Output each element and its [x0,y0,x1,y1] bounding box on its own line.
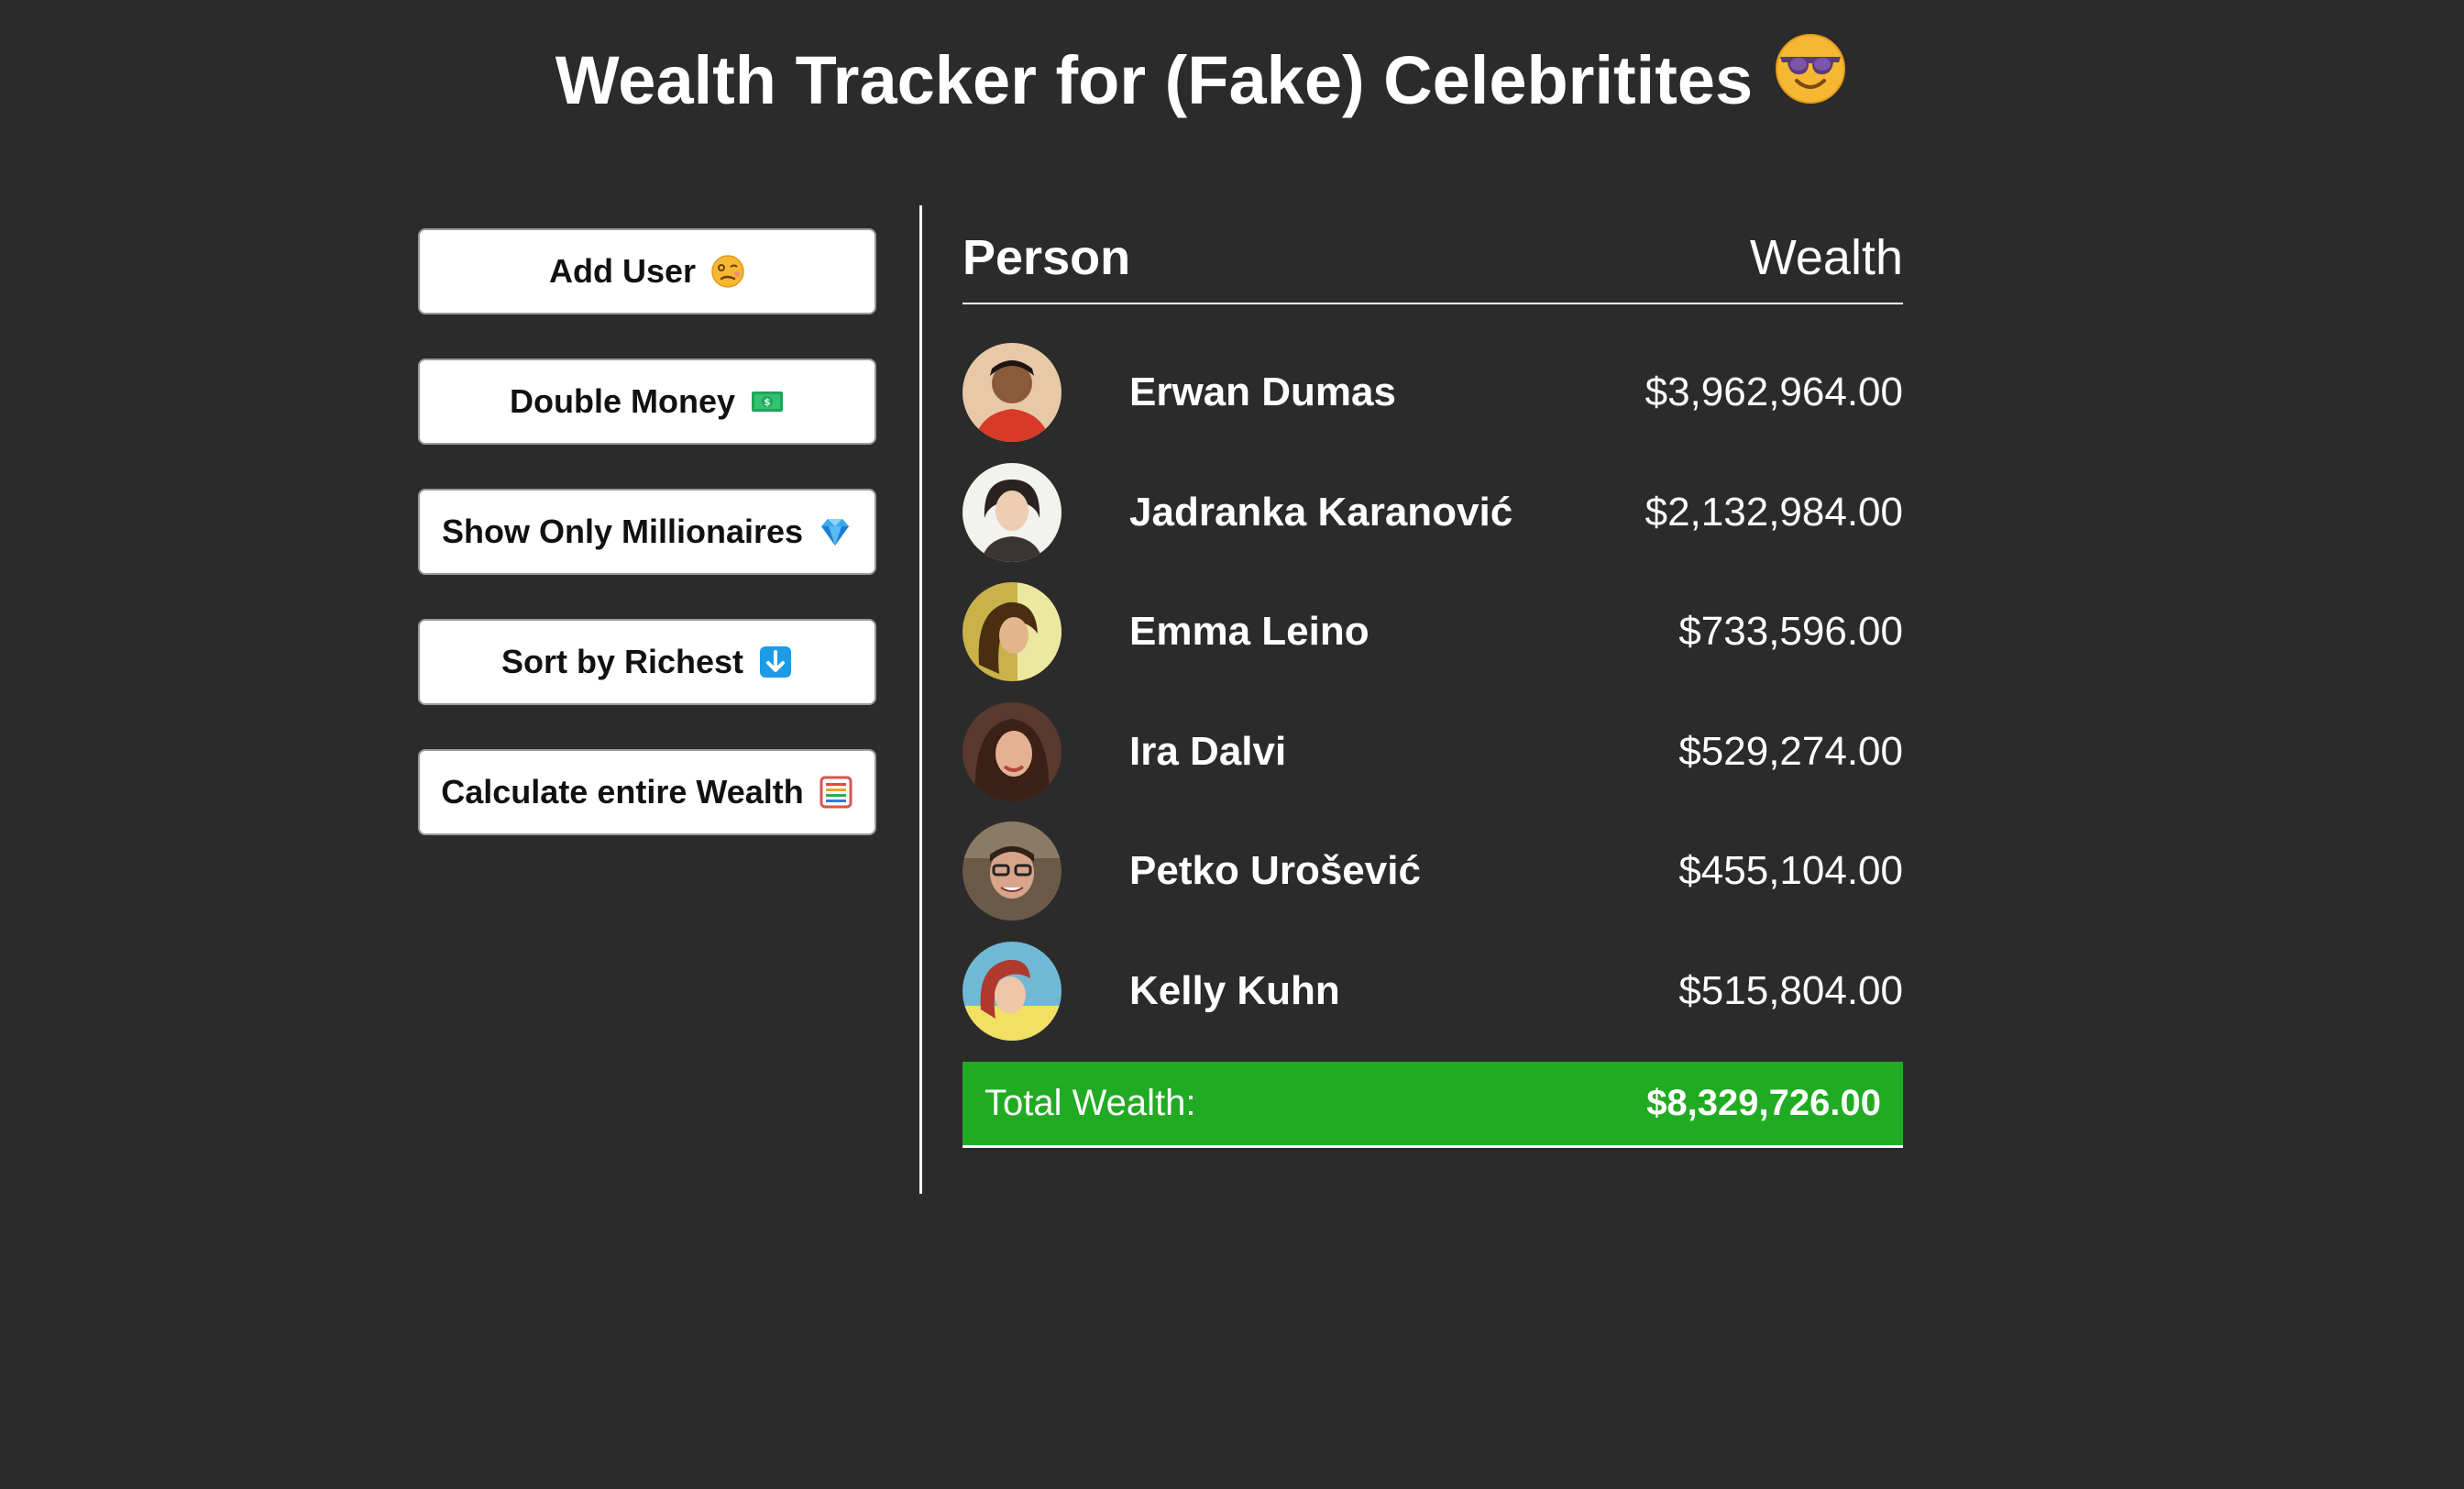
add-user-label: Add User [548,252,697,290]
person-wealth: $3,962,964.00 [1644,369,1903,414]
dollar-banknote-icon: $ [750,384,785,419]
avatar [962,462,1062,562]
table-row: Petko Urošević $455,104.00 [962,822,1903,921]
calculate-entire-wealth-label: Calculate entire Wealth [441,773,804,811]
table-row: Jadranka Karanović $2,132,984.00 [962,462,1903,562]
page-title: Wealth Tracker for (Fake) Celebritites [0,33,2402,133]
person-wealth: $529,274.00 [1678,728,1903,774]
wealth-column-header: Wealth [1749,230,1903,285]
calculate-entire-wealth-button[interactable]: Calculate entire Wealth [418,749,876,835]
avatar [962,822,1062,921]
vertical-divider [919,205,922,1194]
table-header: Person Wealth [962,213,1903,304]
down-arrow-icon [758,645,793,679]
table-row: Erwan Dumas $3,962,964.00 [962,343,1903,442]
show-only-millionaires-label: Show Only Millionaires [441,513,804,550]
person-wealth: $2,132,984.00 [1644,489,1903,535]
show-only-millionaires-button[interactable]: Show Only Millionaires [418,489,876,575]
total-wealth-value: $8,329,726.00 [1646,1082,1881,1123]
page-title-text: Wealth Tracker for (Fake) Celebritites [555,42,1754,118]
person-name: Ira Dalvi [1129,728,1287,774]
gem-stone-icon [818,514,852,549]
add-user-button[interactable]: Add User [418,228,876,314]
person-column-header: Person [962,230,1131,285]
person-name: Erwan Dumas [1129,369,1396,414]
total-wealth-label: Total Wealth: [984,1082,1196,1123]
woozy-face-icon [710,254,745,289]
person-name: Emma Leino [1129,609,1370,655]
person-name: Jadranka Karanović [1129,489,1513,535]
table-row: Ira Dalvi $529,274.00 [962,701,1903,801]
avatar [962,343,1062,442]
avatar [962,701,1062,801]
person-name: Petko Urošević [1129,848,1421,894]
person-wealth: $515,804.00 [1678,967,1903,1013]
abacus-icon [819,775,853,810]
sort-by-richest-label: Sort by Richest [500,643,744,680]
wealth-table: Person Wealth Erwan Dumas $3,962,964.00 [962,213,1903,1148]
table-row: Kelly Kuhn $515,804.00 [962,941,1903,1041]
person-wealth: $733,596.00 [1678,609,1903,655]
total-wealth-bar: Total Wealth: $8,329,726.00 [962,1061,1903,1148]
person-wealth: $455,104.00 [1678,848,1903,894]
svg-text:$: $ [764,396,771,408]
person-list: Erwan Dumas $3,962,964.00 Jadranka Karan… [962,343,1903,1041]
avatar [962,582,1062,682]
action-sidebar: Add User Double Money $ Show Only Millio… [418,228,876,879]
person-name: Kelly Kuhn [1129,967,1340,1013]
double-money-label: Double Money [509,382,735,420]
smiling-face-with-sunglasses-icon [1775,33,1846,127]
sort-by-richest-button[interactable]: Sort by Richest [418,619,876,705]
table-row: Emma Leino $733,596.00 [962,582,1903,682]
double-money-button[interactable]: Double Money $ [418,358,876,445]
avatar [962,941,1062,1041]
app-page: Wealth Tracker for (Fake) Celebritites A… [0,0,2464,1489]
